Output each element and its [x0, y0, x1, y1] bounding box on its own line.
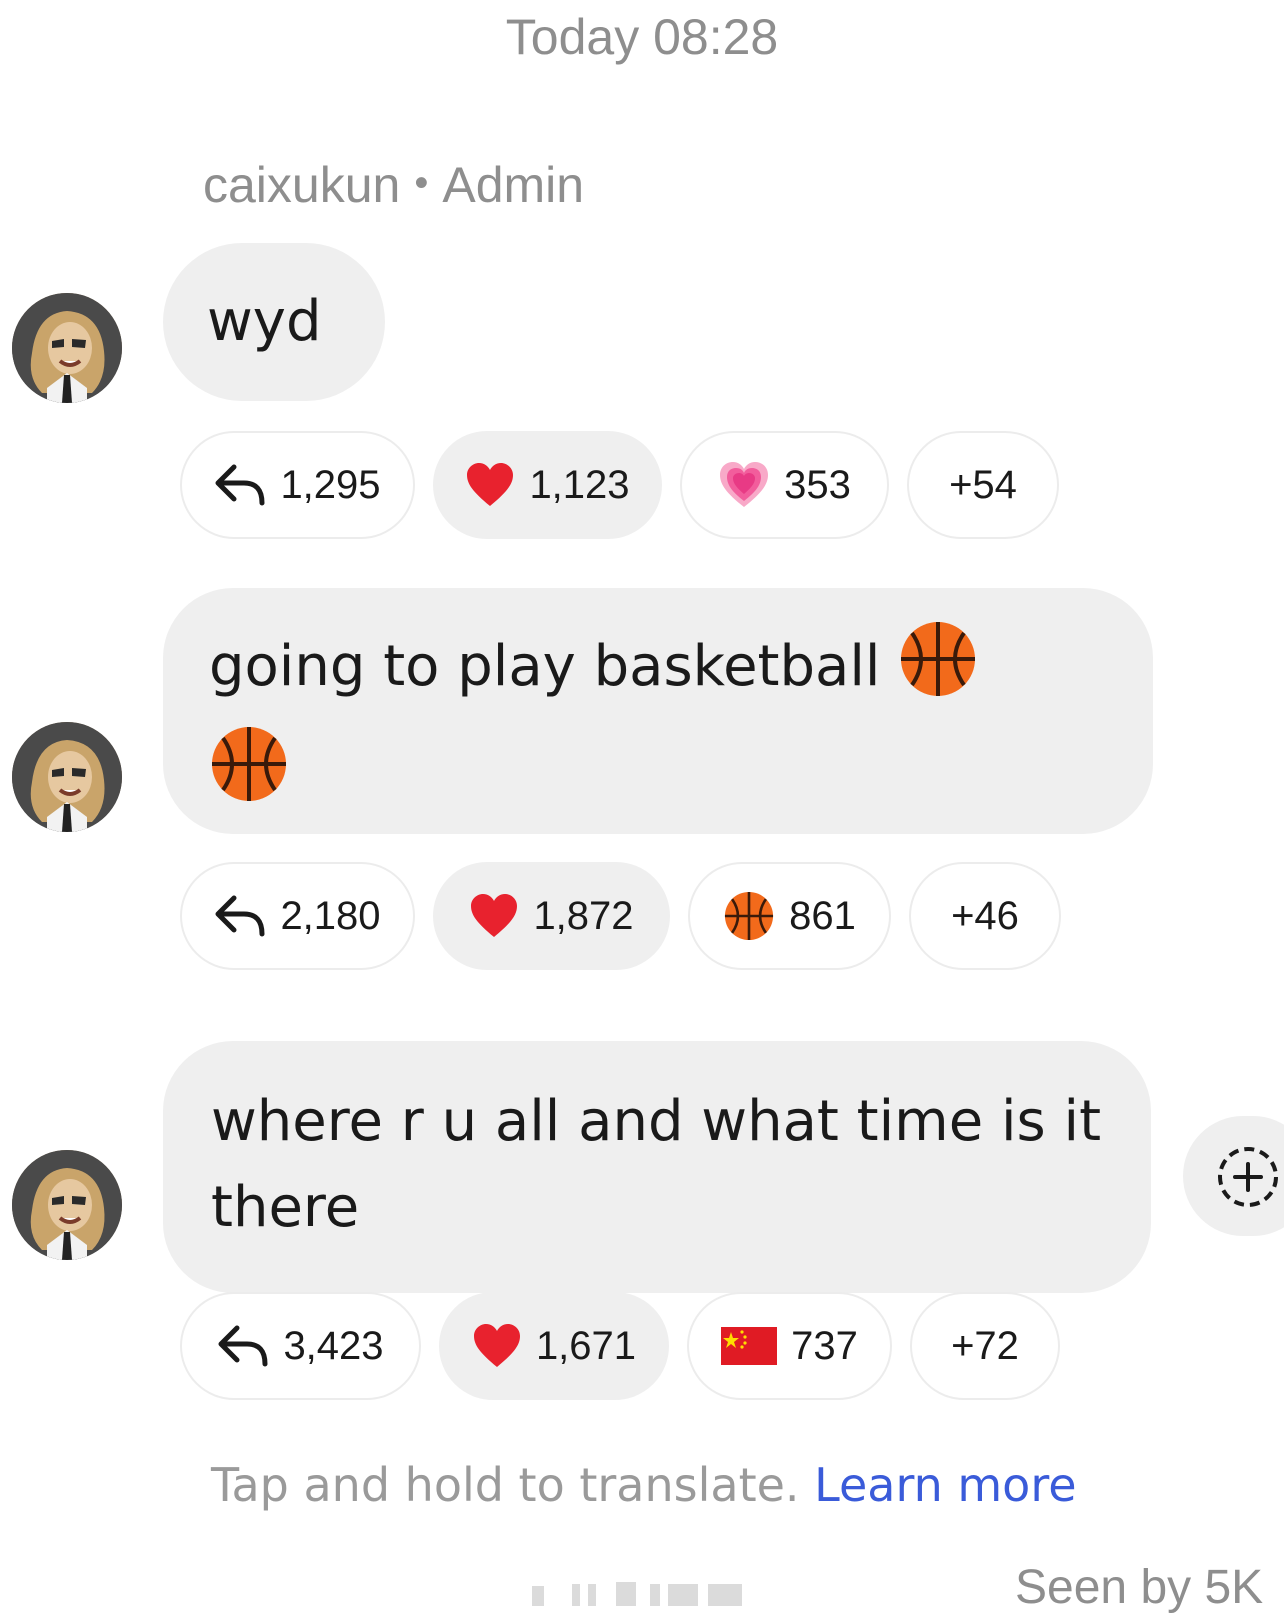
message-bubble[interactable]: where r u all and what time is it there — [163, 1041, 1151, 1293]
reply-count-pill[interactable]: 3,423 — [180, 1292, 421, 1400]
sender-role: Admin — [442, 157, 585, 213]
translate-hint-text: Tap and hold to translate. — [211, 1458, 800, 1512]
message-text: going to play basketball — [209, 634, 899, 699]
learn-more-link[interactable]: Learn more — [814, 1458, 1076, 1512]
growing-heart-icon — [718, 461, 770, 509]
reply-arrow-icon — [214, 894, 266, 938]
sender-separator: • — [414, 161, 429, 205]
basketball-icon — [209, 724, 289, 829]
reaction-count: 353 — [784, 462, 851, 507]
more-reactions-pill[interactable]: +72 — [910, 1292, 1060, 1400]
reaction-heart-pill[interactable]: 1,671 — [439, 1292, 669, 1400]
reaction-count: 861 — [789, 893, 856, 938]
thread-timestamp: Today 08:28 — [505, 9, 779, 65]
reaction-basketball-pill[interactable]: 861 — [688, 862, 891, 970]
reply-arrow-icon — [214, 463, 266, 507]
more-reactions-count: +72 — [951, 1323, 1019, 1368]
reply-arrow-icon — [217, 1324, 269, 1368]
red-heart-icon — [465, 462, 515, 508]
reaction-count: 737 — [791, 1323, 858, 1368]
sender-line: caixukun • Admin — [203, 156, 584, 214]
reply-count-pill[interactable]: 2,180 — [180, 862, 415, 970]
add-reaction-button[interactable] — [1183, 1116, 1284, 1236]
basketball-icon — [723, 890, 775, 942]
reaction-china-flag-pill[interactable]: 737 — [687, 1292, 892, 1400]
reaction-count: 1,872 — [533, 893, 634, 938]
message-bubble[interactable]: wyd — [163, 243, 385, 401]
reaction-growing-heart-pill[interactable]: 353 — [680, 431, 889, 539]
reaction-count: 1,671 — [535, 1323, 637, 1368]
china-flag-icon — [721, 1327, 778, 1365]
red-heart-icon — [472, 1323, 522, 1369]
reaction-heart-pill[interactable]: 1,123 — [433, 431, 662, 539]
more-reactions-pill[interactable]: +46 — [909, 862, 1061, 970]
red-heart-icon — [469, 893, 519, 939]
sender-avatar[interactable] — [12, 293, 122, 403]
more-reactions-count: +46 — [951, 893, 1019, 938]
more-reactions-pill[interactable]: +54 — [907, 431, 1059, 539]
reaction-bar: 1,295 1,123 353 +54 — [180, 431, 1059, 539]
reply-count-pill[interactable]: 1,295 — [180, 431, 415, 539]
reply-count: 3,423 — [283, 1323, 384, 1368]
watermark — [532, 1580, 752, 1610]
reply-count: 2,180 — [280, 893, 381, 938]
reaction-bar: 3,423 1,671 737 +72 — [180, 1292, 1060, 1400]
message-text: wyd — [207, 289, 322, 354]
reaction-heart-pill[interactable]: 1,872 — [433, 862, 670, 970]
reaction-bar: 2,180 1,872 861 +46 — [180, 862, 1061, 970]
sender-avatar[interactable] — [12, 1150, 122, 1260]
add-reaction-icon — [1218, 1147, 1278, 1207]
message-text: where r u all and what time is it there — [211, 1089, 1119, 1240]
reaction-count: 1,123 — [529, 462, 630, 507]
reply-count: 1,295 — [280, 462, 381, 507]
sender-name[interactable]: caixukun — [203, 157, 400, 213]
sender-avatar[interactable] — [12, 722, 122, 832]
more-reactions-count: +54 — [949, 462, 1017, 507]
basketball-icon — [898, 619, 978, 724]
message-bubble[interactable]: going to play basketball — [163, 588, 1153, 834]
seen-by-indicator[interactable]: Seen by 5K — [1015, 1560, 1263, 1615]
translate-hint: Tap and hold to translate. Learn more — [211, 1458, 1077, 1512]
